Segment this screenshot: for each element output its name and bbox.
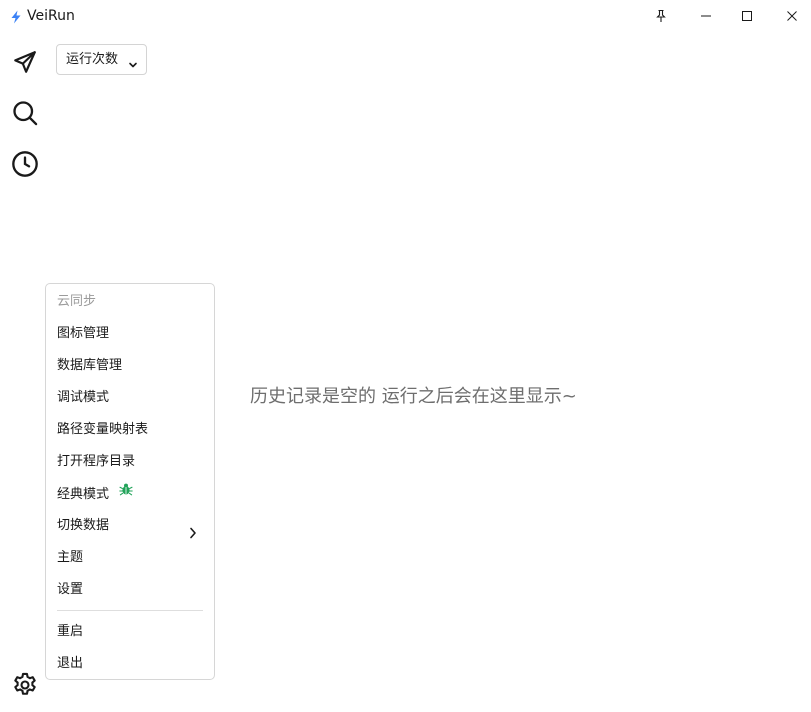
- menu-item-switch-data[interactable]: 切换数据: [46, 510, 214, 542]
- minimize-icon: [700, 10, 712, 22]
- sort-select-value: 运行次数: [66, 52, 119, 67]
- menu-item-debug-mode[interactable]: 调试模式: [46, 382, 214, 414]
- bug-icon: [119, 477, 133, 509]
- menu-item-icon-management[interactable]: 图标管理: [46, 318, 214, 350]
- menu-item-label: 设置: [57, 582, 84, 597]
- menu-item-database-management[interactable]: 数据库管理: [46, 350, 214, 382]
- menu-item-label: 主题: [57, 550, 84, 565]
- menu-item-label: 云同步: [57, 294, 97, 309]
- menu-item-label: 经典模式: [57, 487, 110, 502]
- menu-item-label: 数据库管理: [57, 358, 123, 373]
- lightning-icon: [9, 9, 23, 24]
- menu-item-classic-mode[interactable]: 经典模式: [46, 479, 214, 511]
- empty-state-message: 历史记录是空的 运行之后会在这里显示~: [250, 386, 577, 407]
- menu-item-settings[interactable]: 设置: [46, 574, 214, 606]
- menu-item-path-variables[interactable]: 路径变量映射表: [46, 414, 214, 446]
- title-bar[interactable]: VeiRun: [0, 0, 811, 32]
- settings-menu: 云同步 图标管理 数据库管理 调试模式 路径变量映射表 打开程序目录 经典模式: [45, 283, 215, 680]
- app-window: VeiRun 运行次数 历史记录是空的 运行之后会在这里显示~ 云同步 图标管理…: [0, 0, 811, 712]
- menu-item-theme[interactable]: 主题: [46, 542, 214, 574]
- pin-button[interactable]: [639, 0, 683, 32]
- menu-item-label: 重启: [57, 624, 84, 639]
- maximize-icon: [741, 10, 753, 22]
- close-button[interactable]: [770, 0, 811, 32]
- rail-send-button[interactable]: [10, 49, 40, 79]
- sort-select[interactable]: 运行次数: [56, 44, 147, 75]
- menu-item-open-program-dir[interactable]: 打开程序目录: [46, 446, 214, 478]
- maximize-button[interactable]: [725, 0, 769, 32]
- menu-item-label: 打开程序目录: [57, 454, 136, 469]
- history-icon: [11, 150, 39, 182]
- close-icon: [786, 10, 798, 22]
- settings-icon: [11, 671, 39, 703]
- menu-item-label: 图标管理: [57, 326, 110, 341]
- menu-item-exit[interactable]: 退出: [46, 648, 214, 680]
- minimize-button[interactable]: [684, 0, 728, 32]
- menu-item-restart[interactable]: 重启: [46, 616, 214, 648]
- menu-item-label: 退出: [57, 656, 84, 671]
- search-icon: [11, 99, 39, 131]
- menu-item-label: 调试模式: [57, 390, 110, 405]
- menu-item-label: 路径变量映射表: [57, 422, 149, 437]
- pin-icon: [654, 9, 668, 23]
- rail-history-button[interactable]: [10, 151, 40, 181]
- app-title: VeiRun: [27, 8, 75, 24]
- menu-divider: [57, 610, 203, 611]
- menu-item-cloud-sync[interactable]: 云同步: [46, 286, 214, 318]
- menu-item-label: 切换数据: [57, 518, 110, 533]
- rail-settings-button[interactable]: [10, 672, 40, 702]
- send-icon: [12, 49, 38, 79]
- rail-search-button[interactable]: [10, 100, 40, 130]
- chevron-down-icon: [128, 55, 138, 74]
